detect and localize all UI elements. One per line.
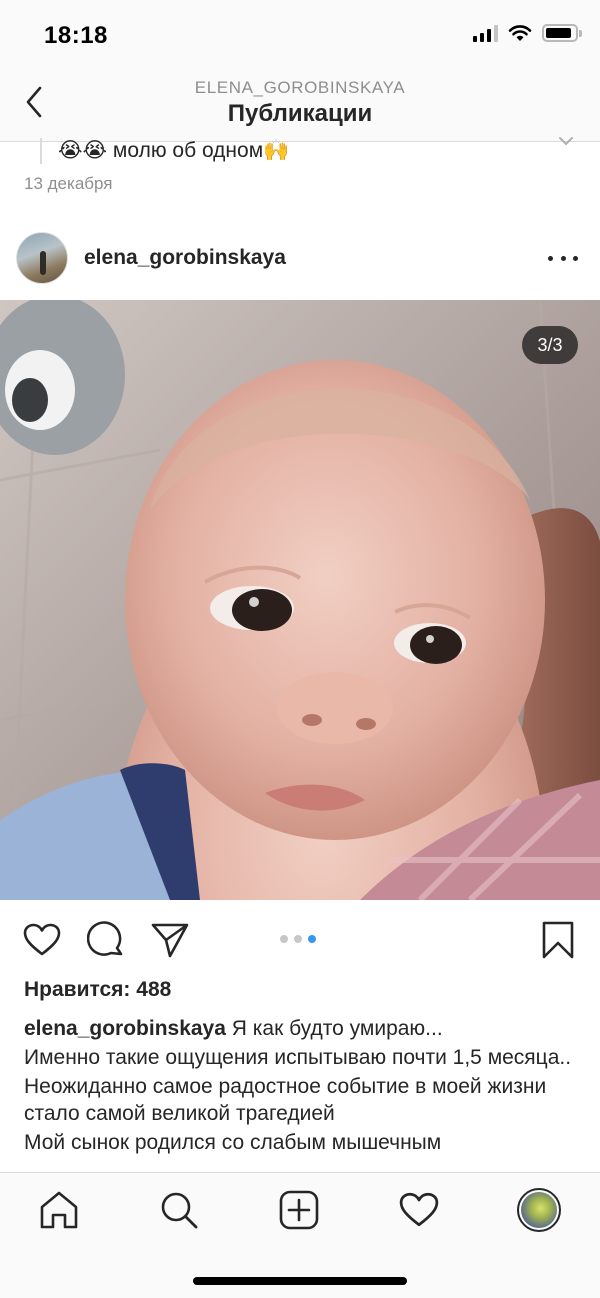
caption-line: Мой сынок родился со слабым мышечным (24, 1131, 442, 1154)
battery-icon (542, 24, 582, 42)
action-bar (0, 900, 600, 976)
carousel-indicator (280, 935, 316, 943)
previous-post-date: 13 декабря (24, 174, 113, 193)
share-button[interactable] (150, 920, 190, 960)
wifi-icon (508, 25, 532, 41)
search-icon (161, 1192, 198, 1229)
post-header: elena_gorobinskaya (0, 224, 600, 300)
avatar (517, 1188, 561, 1232)
chevron-down-icon[interactable] (558, 136, 574, 146)
bookmark-icon (542, 921, 574, 959)
carousel-dot (294, 935, 302, 943)
status-bar: 18:18 (0, 0, 600, 70)
photo-counter: 3/3 (522, 326, 578, 364)
home-indicator[interactable] (193, 1277, 407, 1285)
more-horizontal-icon (548, 255, 553, 261)
caption-line: Я как будто умираю... (231, 1017, 443, 1040)
likes-count[interactable]: Нравится: 488 (24, 978, 171, 1002)
tab-bar (0, 1172, 600, 1298)
status-time: 18:18 (44, 22, 108, 49)
baby-photo-image (0, 300, 600, 900)
save-button[interactable] (538, 920, 578, 960)
caption-line: Именно такие ощущения испытываю почти 1,… (24, 1046, 572, 1069)
send-icon (151, 923, 189, 958)
carousel-dot-active (308, 935, 316, 943)
tab-home[interactable] (36, 1187, 82, 1233)
carousel-dot (280, 935, 288, 943)
post-photo[interactable]: 3/3 (0, 300, 600, 900)
comment-icon (87, 921, 123, 956)
caption-username[interactable]: elena_gorobinskaya (24, 1017, 226, 1040)
previous-post-caption: 😭😭 молю об одном🙌 (40, 138, 289, 164)
heart-icon (23, 923, 61, 956)
tab-activity[interactable] (396, 1187, 442, 1233)
status-icons (473, 24, 582, 42)
post-caption: elena_gorobinskaya Я как будто умираю...… (24, 1015, 584, 1172)
tab-search[interactable] (156, 1187, 202, 1233)
signal-icon (473, 24, 498, 42)
home-icon (40, 1191, 78, 1229)
post-username[interactable]: elena_gorobinskaya (84, 246, 286, 270)
nav-header: ELENA_GOROBINSKAYA Публикации (0, 70, 600, 142)
tab-new-post[interactable] (276, 1187, 322, 1233)
plus-square-icon (279, 1190, 319, 1230)
heart-icon (399, 1192, 439, 1227)
avatar[interactable] (16, 232, 68, 284)
more-button[interactable] (548, 246, 578, 270)
page-title: Публикации (227, 100, 373, 127)
comment-button[interactable] (86, 920, 126, 960)
tab-profile[interactable] (516, 1187, 562, 1233)
caption-line: Неожиданно самое радостное событие в мое… (24, 1075, 547, 1125)
like-button[interactable] (22, 920, 62, 960)
header-username: ELENA_GOROBINSKAYA (194, 78, 406, 97)
